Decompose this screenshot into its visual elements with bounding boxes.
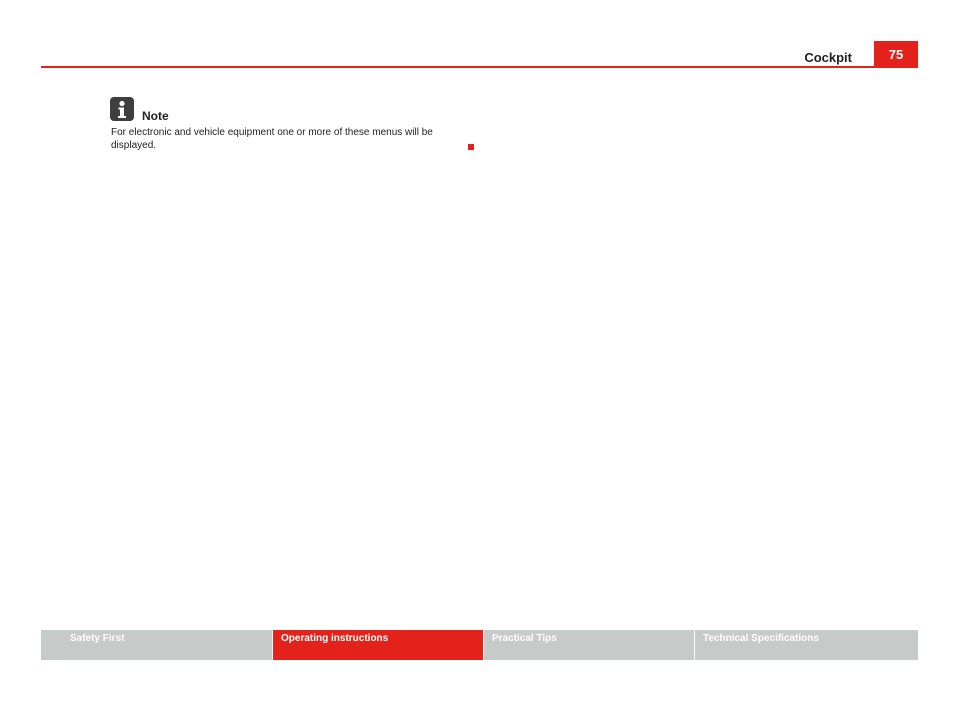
section-title: Cockpit xyxy=(804,50,852,65)
section-end-marker xyxy=(468,144,474,150)
page-number: 75 xyxy=(874,41,918,67)
note-heading: Note xyxy=(142,109,169,123)
note-body: For electronic and vehicle equipment one… xyxy=(111,127,433,151)
header-divider xyxy=(41,66,918,68)
footer-tab-safety-first[interactable]: Safety First xyxy=(41,630,272,660)
footer-tab-practical-tips[interactable]: Practical Tips xyxy=(484,630,694,660)
footer-tab-technical-specifications[interactable]: Technical Specifications xyxy=(695,630,918,660)
info-person-icon xyxy=(110,97,134,121)
footer-tab-operating-instructions[interactable]: Operating instructions xyxy=(273,630,483,660)
